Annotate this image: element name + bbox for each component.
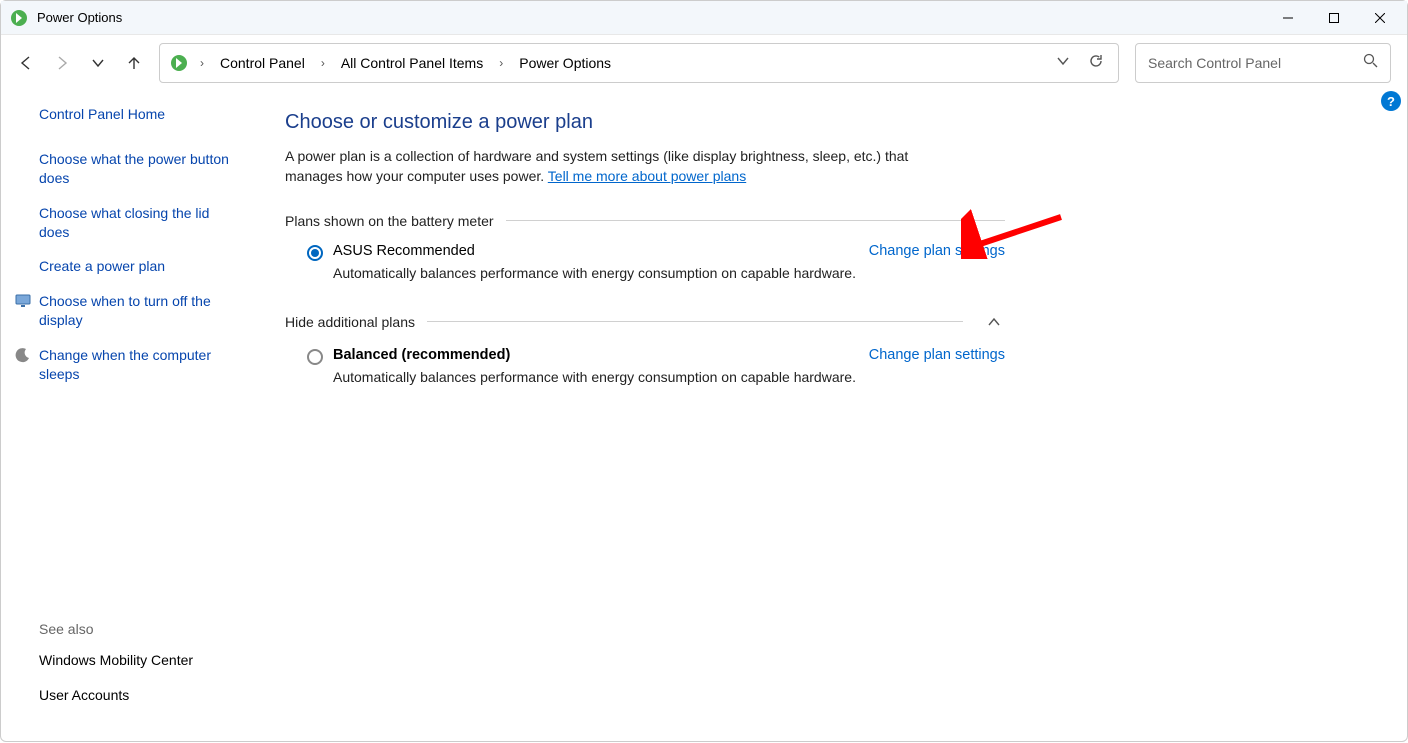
plan-balanced: Balanced (recommended) Change plan setti… (285, 333, 1005, 385)
sidebar-link-power-button[interactable]: Choose what the power button does (39, 150, 261, 188)
chevron-right-icon[interactable]: › (196, 56, 208, 70)
divider (427, 321, 963, 322)
breadcrumb-item-0[interactable]: Control Panel (214, 51, 311, 75)
plan-desc: Automatically balances performance with … (333, 369, 1005, 385)
sidebar-home-link[interactable]: Control Panel Home (39, 105, 261, 124)
breadcrumb-item-2[interactable]: Power Options (513, 51, 617, 75)
help-button[interactable]: ? (1381, 91, 1401, 111)
divider (506, 220, 1005, 221)
change-plan-settings-link[interactable]: Change plan settings (869, 243, 1005, 259)
radio-balanced[interactable] (307, 349, 323, 365)
chevron-right-icon[interactable]: › (317, 56, 329, 70)
plan-desc: Automatically balances performance with … (333, 265, 1005, 281)
main-content: ? Choose or customize a power plan A pow… (261, 91, 1407, 743)
sidebar: Control Panel Home Choose what the power… (1, 91, 261, 743)
see-also-section: See also Windows Mobility Center User Ac… (39, 621, 211, 721)
intro-text: A power plan is a collection of hardware… (285, 146, 965, 187)
see-also-user-accounts[interactable]: User Accounts (39, 686, 211, 705)
app-icon (9, 8, 29, 28)
maximize-button[interactable] (1311, 3, 1357, 33)
display-icon (15, 293, 31, 309)
plan-name: ASUS Recommended (333, 243, 475, 259)
window-title: Power Options (37, 10, 122, 25)
search-bar[interactable] (1135, 43, 1391, 83)
address-bar[interactable]: › Control Panel › All Control Panel Item… (159, 43, 1119, 83)
sidebar-link-display-off[interactable]: Choose when to turn off the display (39, 292, 261, 330)
control-panel-icon (168, 52, 190, 74)
group-header-hide-additional[interactable]: Hide additional plans (285, 311, 1005, 333)
radio-asus-recommended[interactable] (307, 245, 323, 261)
moon-icon (15, 347, 31, 363)
minimize-button[interactable] (1265, 3, 1311, 33)
refresh-button[interactable] (1088, 53, 1104, 74)
group-label: Hide additional plans (285, 314, 415, 330)
chevron-up-icon[interactable] (983, 311, 1005, 333)
search-icon[interactable] (1363, 53, 1378, 73)
group-header-battery-meter: Plans shown on the battery meter (285, 213, 1005, 229)
sidebar-link-sleep[interactable]: Change when the computer sleeps (39, 346, 261, 384)
group-label: Plans shown on the battery meter (285, 213, 494, 229)
chevron-right-icon[interactable]: › (495, 56, 507, 70)
change-plan-settings-link[interactable]: Change plan settings (869, 347, 1005, 363)
sidebar-link-closing-lid[interactable]: Choose what closing the lid does (39, 204, 261, 242)
close-button[interactable] (1357, 3, 1403, 33)
recent-dropdown-button[interactable] (89, 54, 107, 72)
search-input[interactable] (1148, 55, 1363, 71)
address-dropdown-button[interactable] (1056, 54, 1070, 73)
plan-name: Balanced (recommended) (333, 347, 510, 363)
page-title: Choose or customize a power plan (285, 111, 1383, 134)
plan-asus-recommended: ASUS Recommended Change plan settings Au… (285, 229, 1005, 281)
sidebar-link-label: Choose when to turn off the display (39, 293, 211, 328)
sidebar-link-create-plan[interactable]: Create a power plan (39, 257, 261, 276)
breadcrumb-item-1[interactable]: All Control Panel Items (335, 51, 489, 75)
nav-bar: › Control Panel › All Control Panel Item… (1, 35, 1407, 91)
nav-arrows (17, 54, 143, 72)
see-also-mobility-center[interactable]: Windows Mobility Center (39, 651, 211, 670)
intro-link[interactable]: Tell me more about power plans (548, 168, 746, 184)
back-button[interactable] (17, 54, 35, 72)
sidebar-link-label: Change when the computer sleeps (39, 347, 211, 382)
up-button[interactable] (125, 54, 143, 72)
title-bar: Power Options (1, 1, 1407, 35)
forward-button[interactable] (53, 54, 71, 72)
see-also-heading: See also (39, 621, 211, 637)
